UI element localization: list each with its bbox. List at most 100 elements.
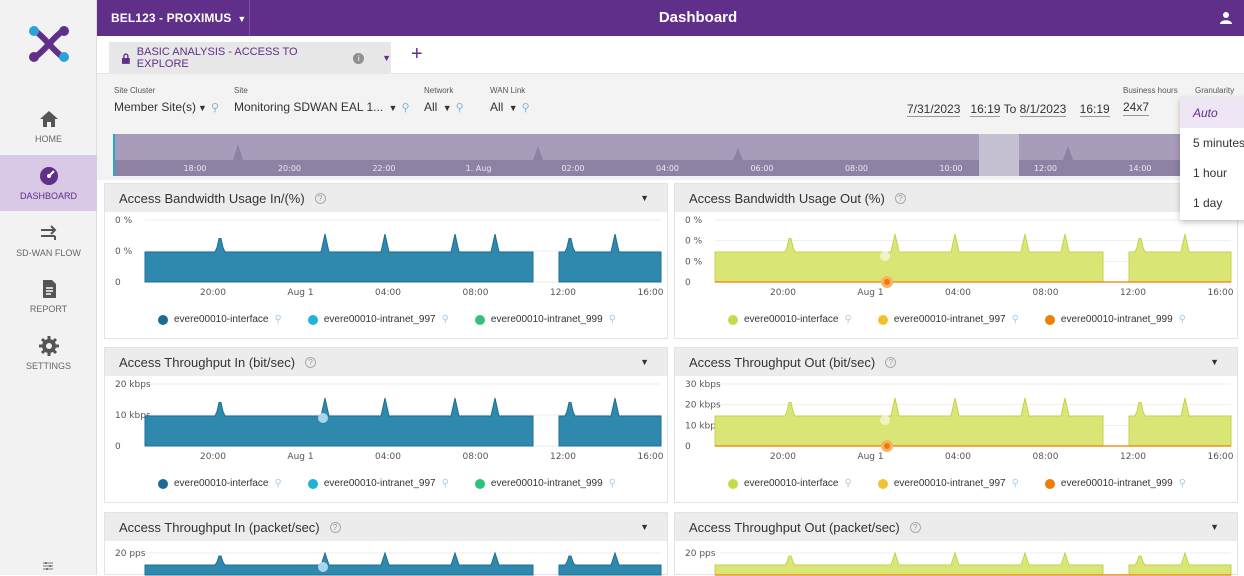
- chart-legend: evere00010-interface ⚲ evere00010-intranet…: [675, 314, 1239, 325]
- legend-item[interactable]: evere00010-intranet_997 ⚲: [877, 314, 1019, 325]
- site-filter[interactable]: Site Monitoring SDWAN EAL 1... ▼ ⚲: [234, 86, 410, 114]
- chevron-down-icon[interactable]: ▼: [640, 357, 649, 367]
- chart-plot[interactable]: 20 pps: [675, 541, 1239, 576]
- search-icon[interactable]: ⚲: [845, 314, 852, 325]
- legend-item[interactable]: evere00010-intranet_997 ⚲: [307, 478, 449, 489]
- chart-plot[interactable]: 20 kbps10 kbps020:00 Aug 1 04:00 08:00 12:00…: [105, 376, 669, 476]
- timeline-navigator[interactable]: 18:00 20:00 22:00 1. Aug 02:00 04:00 06:00 08:0…: [113, 134, 1183, 176]
- legend-item[interactable]: evere00010-interface ⚲: [727, 478, 852, 489]
- x-tick-label: Aug 1: [287, 452, 313, 462]
- business-hours-value[interactable]: 24x7: [1123, 100, 1150, 116]
- user-icon[interactable]: [1219, 11, 1233, 25]
- app-logo[interactable]: [26, 24, 72, 64]
- chevron-down-icon[interactable]: ▼: [640, 193, 649, 203]
- chevron-down-icon[interactable]: ▼: [1210, 522, 1219, 532]
- series-area[interactable]: [144, 233, 662, 283]
- time-from-input[interactable]: 16:19: [970, 102, 1001, 117]
- wan-link-filter[interactable]: WAN Link All ▼ ⚲: [490, 86, 530, 114]
- hover-marker[interactable]: [880, 251, 890, 261]
- search-icon[interactable]: ⚲: [1012, 478, 1019, 489]
- site-cluster-filter[interactable]: Site Cluster Member Site(s) ▼ ⚲: [114, 86, 219, 114]
- hover-marker[interactable]: [880, 415, 890, 425]
- timeline-chart[interactable]: 18:00 20:00 22:00 1. Aug 02:00 04:00 06:00 08:0…: [113, 134, 1183, 176]
- sliders-icon[interactable]: [42, 560, 54, 572]
- series-area[interactable]: [714, 551, 1232, 576]
- chevron-down-icon[interactable]: ▼: [443, 103, 452, 113]
- series-area[interactable]: [144, 551, 662, 576]
- help-icon[interactable]: ?: [305, 356, 317, 368]
- chart-plot[interactable]: 20 pps: [105, 541, 669, 576]
- help-icon[interactable]: ?: [885, 356, 897, 368]
- chevron-down-icon[interactable]: ▼: [1210, 357, 1219, 367]
- chevron-down-icon[interactable]: ▼: [389, 103, 398, 113]
- search-icon[interactable]: ⚲: [609, 478, 616, 489]
- search-icon[interactable]: ⚲: [442, 314, 449, 325]
- search-icon[interactable]: ⚲: [1179, 314, 1186, 325]
- search-icon[interactable]: ⚲: [401, 102, 409, 114]
- help-icon[interactable]: ?: [894, 192, 906, 204]
- legend-item[interactable]: evere00010-intranet_997 ⚲: [307, 314, 449, 325]
- network-value[interactable]: All: [424, 100, 437, 114]
- hover-marker[interactable]: [884, 443, 890, 449]
- add-tab-button[interactable]: +: [411, 44, 423, 64]
- date-to-input[interactable]: 8/1/2023: [1019, 102, 1067, 117]
- site-cluster-value[interactable]: Member Site(s): [114, 100, 196, 114]
- timeline-handle[interactable]: [113, 134, 115, 176]
- tab-basic-analysis[interactable]: BASIC ANALYSIS - ACCESS TO EXPLORE i ▼: [109, 42, 391, 74]
- network-filter[interactable]: Network All ▼ ⚲: [424, 86, 464, 114]
- search-icon[interactable]: ⚲: [1179, 478, 1186, 489]
- search-icon[interactable]: ⚲: [522, 102, 530, 114]
- nav-item-dashboard[interactable]: DASHBOARD: [0, 155, 97, 211]
- chevron-down-icon[interactable]: ▼: [509, 103, 518, 113]
- search-icon[interactable]: ⚲: [275, 314, 282, 325]
- search-icon[interactable]: ⚲: [442, 478, 449, 489]
- nav-item-sdwan-flow[interactable]: SD-WAN FLOW: [0, 212, 97, 268]
- granularity-option-auto[interactable]: Auto: [1180, 98, 1244, 128]
- hover-marker[interactable]: [318, 562, 328, 572]
- granularity-option-1-day[interactable]: 1 day: [1180, 188, 1244, 218]
- wan-link-value[interactable]: All: [490, 100, 503, 114]
- search-icon[interactable]: ⚲: [275, 478, 282, 489]
- hover-marker[interactable]: [884, 279, 890, 285]
- granularity-option-5-minutes[interactable]: 5 minutes: [1180, 128, 1244, 158]
- info-icon[interactable]: i: [353, 52, 365, 64]
- site-value[interactable]: Monitoring SDWAN EAL 1...: [234, 100, 383, 114]
- legend-item[interactable]: evere00010-intranet_999 ⚲: [474, 478, 616, 489]
- legend-label: evere00010-interface: [173, 314, 269, 325]
- series-area[interactable]: [714, 397, 1232, 447]
- granularity-filter[interactable]: Granularity: [1195, 86, 1234, 95]
- legend-item[interactable]: evere00010-intranet_999 ⚲: [1044, 478, 1186, 489]
- chevron-down-icon[interactable]: ▼: [382, 53, 391, 63]
- chart-plot[interactable]: 0 % 0 % 0 20:00 Aug 1 04:00 08:00 12:00 16:00: [105, 212, 669, 312]
- search-icon[interactable]: ⚲: [845, 478, 852, 489]
- chevron-down-icon[interactable]: ▼: [198, 103, 207, 113]
- legend-item[interactable]: evere00010-intranet_999 ⚲: [474, 314, 616, 325]
- chart-plot[interactable]: 30 kbps20 kbps10 kbps020:00 Aug 1 04:00 08:…: [675, 376, 1239, 476]
- granularity-option-1-hour[interactable]: 1 hour: [1180, 158, 1244, 188]
- chart-plot[interactable]: 0 % 0 % 0 % 0 20:00 Aug 1 04:00 08:00 12:00 16:00: [675, 212, 1239, 312]
- hover-marker[interactable]: [318, 413, 328, 423]
- series-area[interactable]: [144, 397, 662, 447]
- search-icon[interactable]: ⚲: [456, 102, 464, 114]
- legend-item[interactable]: evere00010-interface ⚲: [157, 478, 282, 489]
- nav-item-home[interactable]: HOME: [0, 98, 97, 154]
- nav-item-settings[interactable]: SETTINGS: [0, 325, 97, 381]
- business-hours-filter[interactable]: Business hours 24x7: [1123, 86, 1178, 116]
- legend-item[interactable]: evere00010-interface ⚲: [157, 314, 282, 325]
- nav-item-report[interactable]: REPORT: [0, 268, 97, 324]
- series-area[interactable]: [714, 233, 1232, 283]
- gear-icon: [38, 336, 59, 356]
- help-icon[interactable]: ?: [909, 521, 921, 533]
- search-icon[interactable]: ⚲: [211, 102, 219, 114]
- search-icon[interactable]: ⚲: [1012, 314, 1019, 325]
- legend-item[interactable]: evere00010-intranet_997 ⚲: [877, 478, 1019, 489]
- date-from-input[interactable]: 7/31/2023: [907, 102, 961, 117]
- timeline-tick-label: 1. Aug: [466, 164, 492, 173]
- legend-item[interactable]: evere00010-interface ⚲: [727, 314, 852, 325]
- time-to-input[interactable]: 16:19: [1079, 102, 1110, 117]
- legend-item[interactable]: evere00010-intranet_999 ⚲: [1044, 314, 1186, 325]
- search-icon[interactable]: ⚲: [609, 314, 616, 325]
- help-icon[interactable]: ?: [314, 192, 326, 204]
- chevron-down-icon[interactable]: ▼: [640, 522, 649, 532]
- help-icon[interactable]: ?: [329, 521, 341, 533]
